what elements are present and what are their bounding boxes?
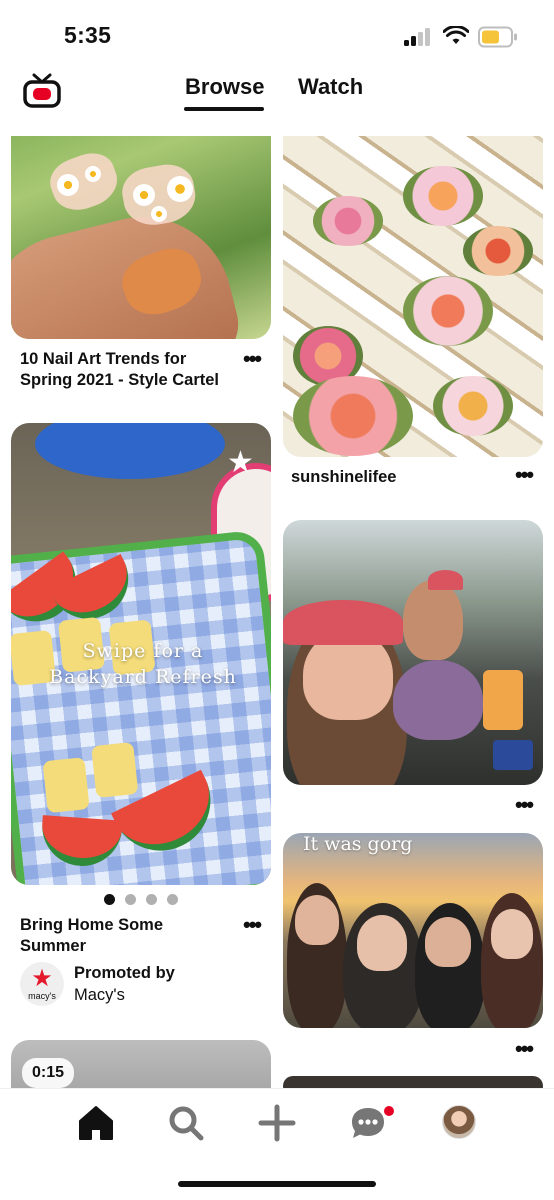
carousel-dot [125, 894, 136, 905]
chat-icon[interactable] [348, 1103, 388, 1143]
video-duration: 0:15 [22, 1058, 75, 1088]
pin-title-sunshinelifee[interactable]: sunshinelifee [291, 467, 396, 488]
carousel-dot [104, 894, 115, 905]
more-options-icon[interactable]: ••• [515, 464, 534, 486]
macys-star-icon: ★ [31, 965, 53, 992]
pin-overlay-text: Swipe for a Backyard Refresh [49, 640, 237, 688]
tv-icon[interactable] [22, 69, 62, 109]
pin-image-nail-art[interactable] [11, 136, 271, 339]
carousel-indicator [104, 892, 188, 905]
pin-overlay-text: It was gorg [303, 833, 413, 855]
status-time: 5:35 [64, 22, 112, 48]
top-header: Browse Watch [0, 60, 554, 136]
active-tab-indicator [184, 107, 264, 111]
pin-image-stadium-friends[interactable] [283, 520, 543, 785]
carousel-dot [146, 894, 157, 905]
cellular-signal-icon [404, 28, 434, 46]
pin-title-nail-art[interactable]: 10 Nail Art Trends for Spring 2021 - Sty… [20, 349, 240, 391]
advertiser-logo[interactable]: ★ macy's [20, 962, 64, 1006]
wifi-icon [443, 26, 469, 44]
star-icon: ★ [227, 446, 254, 479]
status-bar: 5:35 [0, 0, 554, 60]
pin-feed[interactable]: 10 Nail Art Trends for Spring 2021 - Sty… [0, 136, 554, 1088]
promoted-label: Promoted by [74, 964, 175, 982]
carousel-dot [167, 894, 178, 905]
home-indicator [178, 1181, 376, 1187]
battery-icon [478, 26, 517, 48]
more-options-icon[interactable]: ••• [515, 1038, 534, 1060]
tab-watch[interactable]: Watch [298, 74, 363, 100]
plus-icon[interactable] [257, 1103, 297, 1143]
more-options-icon[interactable]: ••• [243, 914, 262, 936]
pin-image-next[interactable] [283, 1076, 543, 1088]
bottom-navigation [0, 1088, 554, 1200]
search-icon[interactable] [166, 1103, 206, 1143]
notification-badge [384, 1106, 394, 1116]
advertiser-name[interactable]: Macy's [74, 986, 125, 1005]
tab-browse[interactable]: Browse [185, 74, 264, 100]
pin-image-sunset-group[interactable]: It was gorg [283, 833, 543, 1028]
pin-image-backyard-fruit[interactable]: ★ Swipe for a Backyard Refresh [11, 423, 271, 885]
pin-title-summer[interactable]: Bring Home Some Summer [20, 915, 240, 957]
home-icon[interactable] [76, 1103, 116, 1143]
more-options-icon[interactable]: ••• [243, 348, 262, 370]
pin-image-flower-bouquets[interactable] [283, 136, 543, 457]
more-options-icon[interactable]: ••• [515, 794, 534, 816]
profile-avatar[interactable] [442, 1105, 476, 1139]
pin-video[interactable]: 0:15 [11, 1040, 271, 1088]
